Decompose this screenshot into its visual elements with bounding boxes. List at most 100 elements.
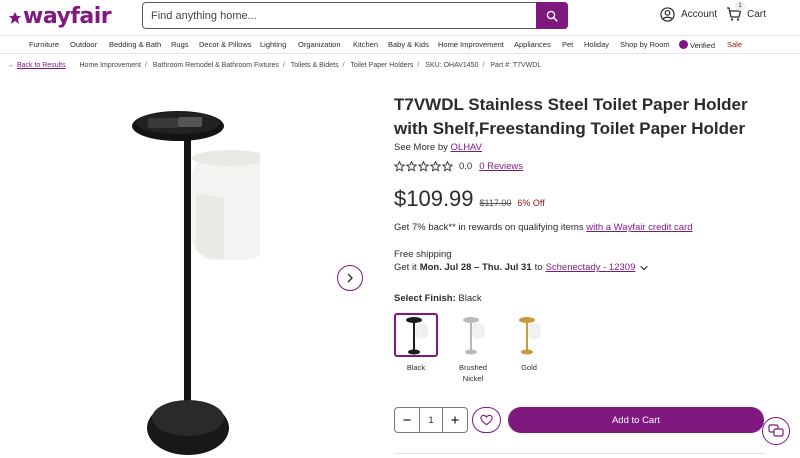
credit-card-link[interactable]: with a Wayfair credit card (586, 222, 692, 233)
toilet-paper-holder-image (132, 111, 273, 455)
cart-label: Cart (747, 8, 766, 20)
chat-button[interactable] (762, 417, 790, 445)
cart-icon-wrap: 1 (726, 1, 745, 22)
delivery-dates: Mon. Jul 28 – Thu. Jul 31 (419, 262, 532, 273)
add-to-favorites-button[interactable] (472, 407, 501, 433)
delivery-estimate: Get it Mon. Jul 28 – Thu. Jul 31 to Sche… (394, 262, 649, 273)
nav-item-outdoor[interactable]: Outdoor (70, 40, 97, 49)
search-input[interactable] (151, 7, 531, 25)
plus-icon (451, 416, 459, 424)
gold-finish-thumbnail (519, 317, 541, 355)
star-empty-icon (442, 161, 453, 172)
rewards-text: Get 7% back** in rewards on qualifying i… (394, 222, 584, 233)
nav-item-verified[interactable]: Verified (679, 40, 715, 50)
breadcrumb-item-bathroom-remodel[interactable]: Bathroom Remodel & Bathroom Fixtures (153, 62, 279, 69)
breadcrumb-separator: / (482, 62, 485, 69)
add-to-cart-button[interactable]: Add to Cart (508, 407, 764, 433)
site-header: wayfair Account 1 Cart (0, 0, 800, 34)
breadcrumb-item-home-improvement[interactable]: Home Improvement (80, 62, 141, 69)
chat-icon (768, 424, 784, 437)
finish-selected-value: Black (458, 293, 482, 304)
nav-item-pet[interactable]: Pet (562, 40, 573, 49)
wayfair-pinwheel-icon (9, 11, 21, 24)
category-nav: Furniture Outdoor Bedding & Bath Rugs De… (0, 35, 800, 54)
cart-count-badge: 1 (735, 1, 745, 11)
nav-item-shop-by-room[interactable]: Shop by Room (620, 40, 670, 49)
discount-badge: 6% Off (517, 198, 545, 208)
nav-item-holiday[interactable]: Holiday (584, 40, 609, 49)
finish-swatch-label-text: Brushed Nickel (459, 363, 487, 383)
breadcrumb-sku: SKU: OHAV1450 (425, 62, 479, 69)
brand-line: See More by OLHAV (394, 142, 482, 153)
minus-icon (403, 419, 411, 421)
breadcrumb-separator: / (342, 62, 345, 69)
reviews-link[interactable]: 0 Reviews (479, 161, 523, 172)
account-label: Account (681, 9, 718, 20)
search-bar (142, 2, 568, 29)
star-empty-icon (394, 161, 405, 172)
product-title: T7VWDL Stainless Steel Toilet Paper Hold… (394, 95, 748, 138)
cart-button[interactable]: 1 Cart (726, 1, 766, 22)
increase-quantity-button[interactable] (443, 408, 467, 432)
nav-item-rugs[interactable]: Rugs (171, 40, 189, 49)
delivery-location-link[interactable]: Schenectady - 12309 (546, 262, 636, 273)
breadcrumb: ← Back to Results Home Improvement / Bath… (8, 62, 541, 69)
delivery-to: to (534, 262, 543, 273)
finish-swatch-label: Black (406, 363, 426, 372)
star-empty-icon (430, 161, 441, 172)
decrease-quantity-button[interactable] (395, 408, 419, 432)
breadcrumb-item-toilets-bidets[interactable]: Toilets & Bidets (291, 62, 339, 69)
back-arrow-icon: ← (8, 62, 15, 69)
next-image-button[interactable] (337, 265, 363, 291)
search-button[interactable] (536, 2, 568, 29)
divider (394, 453, 764, 454)
nav-item-decor-pillows[interactable]: Decor & Pillows (199, 40, 252, 49)
breadcrumb-item-toilet-paper-holders[interactable]: Toilet Paper Holders (350, 62, 413, 69)
rating-row: 0.0 0 Reviews (394, 161, 523, 172)
product-image[interactable] (120, 98, 273, 458)
delivery-prefix: Get it (394, 262, 417, 273)
free-shipping-label: Free shipping (394, 249, 452, 260)
nav-item-kitchen[interactable]: Kitchen (353, 40, 378, 49)
nav-item-lighting[interactable]: Lighting (260, 40, 286, 49)
sale-price: $109.99 (394, 186, 474, 211)
breadcrumb-separator: / (144, 62, 147, 69)
price-row: $109.99 $117.00 6% Off (394, 186, 545, 212)
finish-heading: Select Finish: Black (394, 293, 482, 304)
chevron-down-icon[interactable] (639, 263, 649, 273)
verified-label: Verified (690, 41, 716, 50)
back-to-results-link[interactable]: Back to Results (17, 62, 66, 69)
breadcrumb-separator: / (417, 62, 420, 69)
verified-icon (679, 40, 688, 49)
wayfair-logo[interactable]: wayfair (8, 4, 112, 29)
nav-item-organization[interactable]: Organization (298, 40, 341, 49)
nav-item-home-improvement[interactable]: Home Improvement (438, 40, 504, 49)
rewards-line: Get 7% back** in rewards on qualifying i… (394, 222, 693, 233)
rating-value: 0.0 (459, 161, 473, 172)
star-empty-icon (406, 161, 417, 172)
nav-item-appliances[interactable]: Appliances (514, 40, 551, 49)
breadcrumb-part-number: Part #: T7VWDL (490, 62, 542, 69)
finish-swatch-brushed-nickel[interactable] (451, 313, 495, 357)
heart-icon (480, 414, 493, 426)
nav-item-furniture[interactable]: Furniture (29, 40, 59, 49)
search-icon (546, 10, 558, 22)
finish-swatch-label: Gold (521, 363, 537, 372)
breadcrumb-separator: / (282, 62, 285, 69)
nav-item-bedding-bath[interactable]: Bedding & Bath (109, 40, 161, 49)
see-more-prefix: See More by (394, 142, 448, 153)
quantity-value[interactable]: 1 (419, 408, 443, 432)
original-price: $117.00 (479, 198, 512, 208)
star-empty-icon (418, 161, 429, 172)
account-icon (660, 7, 675, 22)
brushed-nickel-finish-thumbnail (463, 317, 485, 355)
nav-item-baby-kids[interactable]: Baby & Kids (388, 40, 429, 49)
black-finish-thumbnail (406, 317, 428, 355)
nav-item-sale[interactable]: Sale (727, 40, 742, 49)
finish-label: Select Finish: (394, 293, 456, 304)
finish-swatch-black[interactable] (394, 313, 438, 357)
finish-swatch-gold[interactable] (507, 313, 551, 357)
account-button[interactable]: Account (660, 7, 717, 22)
finish-swatch-label: Brushed Nickel (443, 362, 503, 384)
brand-link[interactable]: OLHAV (451, 142, 483, 153)
